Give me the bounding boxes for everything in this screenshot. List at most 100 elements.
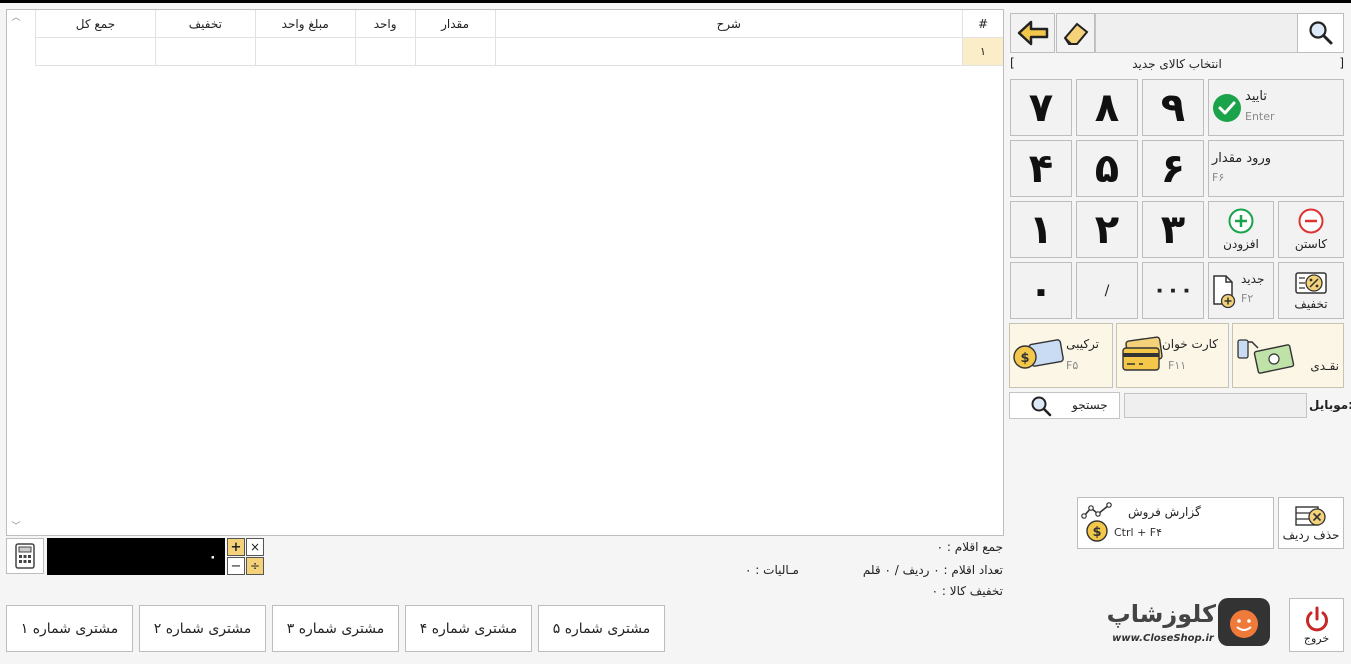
key-decimal[interactable]: / [1076,262,1138,319]
cell-total[interactable] [35,38,155,65]
card-reader-shortcut: F۱۱ [1168,359,1187,372]
key-6[interactable]: ۶ [1142,140,1204,197]
increase-button[interactable]: افزودن [1208,201,1274,258]
calculator-display: ۰ [47,538,225,575]
confirm-label: تایید [1245,89,1267,104]
exit-label: خروج [1303,631,1330,645]
cash-payment-button[interactable]: نقـدی [1232,323,1344,388]
credit-card-icon [1122,336,1163,371]
cell-quantity[interactable] [414,38,495,65]
discount-button[interactable]: تخفیف [1278,262,1344,319]
confirm-shortcut: Enter [1245,110,1275,123]
quantity-shortcut: F۶ [1212,171,1225,184]
mobile-search-button[interactable]: جستجو [1009,392,1120,419]
mobile-label: موبایل: [1309,398,1351,412]
cell-unit[interactable] [354,38,415,65]
key-8[interactable]: ۸ [1076,79,1138,136]
mobile-search-label: جستجو [1072,398,1108,412]
confirm-button[interactable]: تایید Enter [1208,79,1344,136]
search-icon [1308,21,1332,45]
key-9[interactable]: ۹ [1142,79,1204,136]
cash-payment-label: نقـدی [1310,359,1339,373]
col-description[interactable]: شرح [494,10,963,37]
mixed-payment-label: ترکیبی [1066,337,1099,351]
decrease-label: کاستن [1294,237,1328,251]
cell-index: ۱ [962,38,1003,65]
new-shortcut: F۲ [1241,292,1254,305]
calc-multiply-button[interactable]: × [246,538,264,556]
enter-quantity-button[interactable]: ورود مقدار F۶ [1208,140,1344,197]
calc-divide-button[interactable]: ÷ [246,557,264,575]
key-3[interactable]: ۳ [1142,201,1204,258]
items-total: جمع اقلام : ۰ [936,540,1003,554]
customer-tab-4[interactable]: مشتری شماره ۴ [405,605,532,652]
scroll-down-arrow[interactable]: ﹀ [7,519,25,533]
decrease-button[interactable]: کاستن [1278,201,1344,258]
cell-description[interactable] [494,38,963,65]
col-index[interactable]: # [962,10,1003,37]
sales-report-button[interactable]: $ گزارش فروش Ctrl + F۴ [1077,497,1274,549]
cash-icon [1237,339,1295,374]
cell-discount[interactable] [154,38,255,65]
search-button[interactable] [1297,13,1344,53]
col-unit-price[interactable]: مبلغ واحد [254,10,355,37]
increase-label: افزودن [1223,237,1259,251]
svg-text:$: $ [1020,351,1029,366]
sales-report-icon: $ [1081,502,1112,542]
mixed-payment-icon: $ [1013,339,1064,369]
customer-tab-3[interactable]: مشتری شماره ۳ [272,605,399,652]
items-grid[interactable]: ︿ ﹀ جمع کل تخفیف مبلغ واحد واحد مقدار شر… [6,9,1004,536]
delete-row-button[interactable]: حذف ردیف [1278,497,1344,549]
new-button[interactable]: جدید F۲ [1208,262,1274,319]
card-reader-label: کارت خوان [1161,337,1218,351]
card-reader-button[interactable]: کارت خوان F۱۱ [1116,323,1229,388]
eraser-icon [1063,22,1088,45]
mixed-payment-shortcut: F۵ [1066,359,1079,372]
mixed-payment-button[interactable]: $ ترکیبی F۵ [1009,323,1113,388]
exit-button[interactable]: خروج [1289,598,1344,652]
arrow-left-icon [1017,20,1048,46]
search-icon [1031,396,1052,417]
key-5[interactable]: ۵ [1076,140,1138,197]
quantity-label: ورود مقدار [1212,151,1272,166]
sales-report-label: گزارش فروش [1128,505,1201,519]
key-1[interactable]: ۱ [1010,201,1072,258]
calc-plus-button[interactable]: + [227,538,245,556]
key-7[interactable]: ۷ [1010,79,1072,136]
section-title: انتخاب کالای جدید [1132,57,1222,71]
calc-minus-button[interactable]: − [227,557,245,575]
search-input[interactable] [1095,13,1298,53]
col-discount[interactable]: تخفیف [154,10,255,37]
tax-amount: مـالیات : ۰ [745,563,799,577]
customer-tab-1[interactable]: مشتری شماره ۱ [6,605,133,652]
item-discount: تخفیف کالا : ۰ [931,584,1003,598]
brand-name: کلوزشاپ [1106,600,1216,628]
delete-row-icon [1295,506,1326,526]
delete-row-label: حذف ردیف [1282,528,1340,542]
power-icon [1305,606,1328,631]
key-4[interactable]: ۴ [1010,140,1072,197]
new-document-icon [1213,275,1236,309]
smiley-icon [1230,610,1258,638]
section-title-bar: [ انتخاب کالای جدید ] [1010,56,1344,71]
cell-unit-price[interactable] [254,38,355,65]
customer-tab-5[interactable]: مشتری شماره ۵ [538,605,665,652]
clear-button[interactable] [1056,13,1095,53]
back-button[interactable] [1010,13,1055,53]
key-0[interactable]: ۰ [1010,262,1072,319]
col-unit[interactable]: واحد [354,10,415,37]
grid-header: جمع کل تخفیف مبلغ واحد واحد مقدار شرح # [35,10,1003,38]
customer-tab-2[interactable]: مشتری شماره ۲ [139,605,266,652]
logo-badge [1218,598,1270,646]
mobile-input[interactable] [1124,393,1307,418]
plus-circle-icon [1228,208,1254,234]
calculator-button[interactable] [6,538,44,574]
table-row[interactable]: ۱ [35,38,1003,66]
svg-text:$: $ [1092,525,1101,540]
scroll-up-arrow[interactable]: ︿ [7,10,25,26]
key-2[interactable]: ۲ [1076,201,1138,258]
key-triple-zero[interactable]: ۰۰۰ [1142,262,1204,319]
col-total[interactable]: جمع کل [35,10,155,37]
minus-circle-icon [1298,208,1324,234]
col-quantity[interactable]: مقدار [414,10,495,37]
